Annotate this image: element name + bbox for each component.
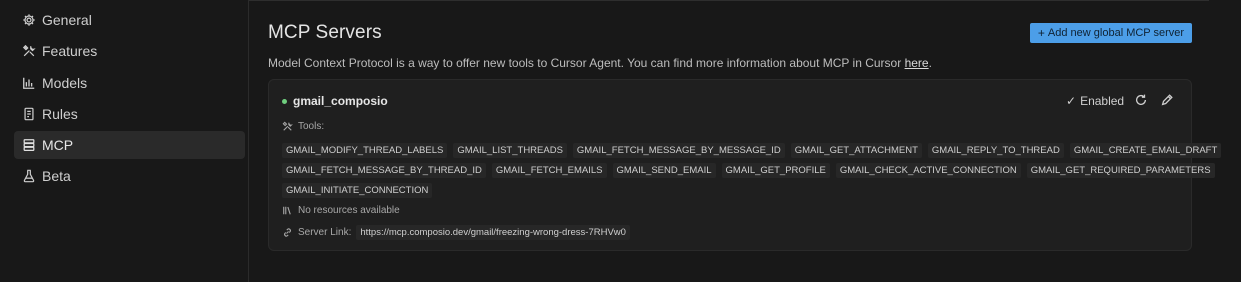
sidebar-item-models[interactable]: Models (14, 69, 245, 97)
refresh-button[interactable] (1134, 93, 1148, 107)
add-mcp-server-label: Add new global MCP server (1047, 27, 1185, 39)
tool-chip[interactable]: GMAIL_FETCH_MESSAGE_BY_MESSAGE_ID (572, 143, 785, 158)
tools-row-2: GMAIL_FETCH_MESSAGE_BY_THREAD_ID GMAIL_F… (282, 163, 1215, 178)
tool-chip[interactable]: GMAIL_FETCH_MESSAGE_BY_THREAD_ID (282, 163, 486, 178)
refresh-icon (1135, 94, 1147, 105)
server-link-label: Server Link: (298, 227, 352, 238)
tool-chip[interactable]: GMAIL_GET_PROFILE (721, 163, 830, 178)
tools-row-1: GMAIL_MODIFY_THREAD_LABELS GMAIL_LIST_TH… (282, 143, 1222, 158)
tool-chip[interactable]: GMAIL_SEND_EMAIL (612, 163, 716, 178)
server-link-row: Server Link: https://mcp.composio.dev/gm… (282, 225, 630, 240)
tool-chip[interactable]: GMAIL_GET_ATTACHMENT (790, 143, 922, 158)
gear-icon (22, 13, 36, 27)
sidebar-item-label: General (42, 12, 92, 28)
sidebar-item-label: Rules (42, 106, 78, 122)
settings-window: General Features Models Rules MCP Beta M… (0, 0, 1241, 282)
resources-label: No resources available (298, 205, 400, 216)
tools-row-3: GMAIL_INITIATE_CONNECTION (282, 183, 433, 198)
sidebar-item-general[interactable]: General (14, 6, 245, 34)
tools-heading: Tools: (282, 121, 324, 132)
tool-chip[interactable]: GMAIL_LIST_THREADS (453, 143, 567, 158)
pencil-icon (1161, 94, 1173, 106)
tools-icon (22, 44, 36, 58)
edit-button[interactable] (1160, 93, 1174, 107)
description-end: . (928, 56, 932, 70)
description-link[interactable]: here (905, 56, 929, 70)
sidebar-item-rules[interactable]: Rules (14, 100, 245, 128)
sidebar-item-label: Models (42, 75, 88, 91)
check-icon: ✓ (1066, 94, 1077, 108)
sidebar-item-label: Features (42, 43, 98, 59)
tool-chip[interactable]: GMAIL_INITIATE_CONNECTION (282, 183, 433, 198)
description-text: Model Context Protocol is a way to offer… (268, 56, 905, 70)
tools-label: Tools: (298, 121, 325, 132)
resources-row: No resources available (282, 205, 400, 216)
sidebar: General Features Models Rules MCP Beta (0, 0, 249, 282)
plus-icon: + (1037, 26, 1045, 40)
status-indicator (282, 98, 287, 104)
link-icon (282, 227, 293, 238)
tool-chip[interactable]: GMAIL_FETCH_EMAILS (491, 163, 607, 178)
bar-chart-icon (22, 76, 36, 90)
tools-icon (282, 121, 293, 132)
sidebar-item-mcp[interactable]: MCP (14, 131, 245, 159)
library-icon (282, 205, 293, 216)
sidebar-item-label: Beta (42, 168, 71, 184)
server-header: gmail_composio (282, 94, 388, 108)
tool-chip[interactable]: GMAIL_MODIFY_THREAD_LABELS (282, 143, 448, 158)
enabled-toggle[interactable]: ✓ Enabled (1066, 94, 1124, 108)
server-name: gmail_composio (293, 94, 388, 108)
top-divider (249, 0, 1209, 1)
flask-icon (22, 169, 36, 183)
page-description: Model Context Protocol is a way to offer… (268, 56, 932, 70)
server-link-url[interactable]: https://mcp.composio.dev/gmail/freezing-… (356, 225, 630, 240)
enabled-label: Enabled (1080, 94, 1125, 108)
tool-chip[interactable]: GMAIL_GET_REQUIRED_PARAMETERS (1026, 163, 1215, 178)
sidebar-item-beta[interactable]: Beta (14, 162, 245, 190)
tool-chip[interactable]: GMAIL_CHECK_ACTIVE_CONNECTION (835, 163, 1021, 178)
sidebar-item-features[interactable]: Features (14, 37, 245, 65)
add-mcp-server-button[interactable]: + Add new global MCP server (1030, 23, 1192, 43)
document-icon (22, 107, 36, 121)
page-title: MCP Servers (268, 22, 382, 43)
tool-chip[interactable]: GMAIL_CREATE_EMAIL_DRAFT (1069, 143, 1222, 158)
sidebar-item-label: MCP (42, 137, 74, 153)
server-icon (22, 138, 36, 152)
mcp-server-card: gmail_composio ✓ Enabled Tools: GMAIL_MO… (268, 79, 1222, 251)
tool-chip[interactable]: GMAIL_REPLY_TO_THREAD (927, 143, 1064, 158)
